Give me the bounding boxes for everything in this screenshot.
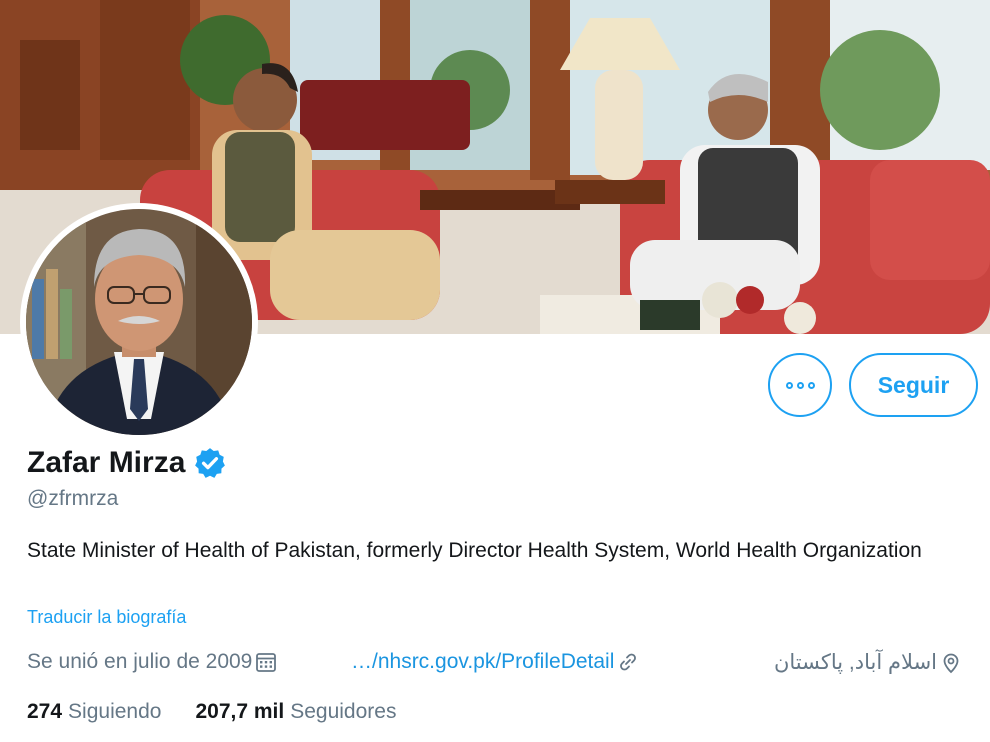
followers-count: 207,7 mil (195, 700, 285, 723)
profile-stats: 274 Siguiendo 207,7 mil Seguidores (27, 700, 430, 724)
following-label: Siguiendo (68, 700, 162, 723)
website-link-text[interactable]: …/nhsrc.gov.pk/ProfileDetail (351, 650, 614, 674)
avatar-image (26, 209, 252, 435)
profile-handle: @zfrmrza (27, 487, 119, 510)
join-date-text: Se unió en julio de 2009 (27, 650, 253, 673)
profile-meta-row: Se unió en julio de 2009 …/nhsrc.gov.pk/… (27, 650, 977, 682)
location: اسلام آباد, پاکستان (774, 650, 963, 675)
profile-name: Zafar Mirza (27, 446, 186, 479)
follow-button[interactable]: Seguir (849, 353, 978, 417)
link-icon (620, 653, 637, 671)
following-stat[interactable]: 274 Siguiendo (27, 700, 161, 724)
location-text: اسلام آباد, پاکستان (773, 651, 937, 674)
location-pin-icon (943, 653, 959, 673)
join-date: Se unió en julio de 2009 (27, 650, 278, 674)
following-count: 274 (27, 700, 63, 723)
website-link[interactable]: …/nhsrc.gov.pk/ProfileDetail (351, 650, 640, 674)
more-options-button[interactable] (768, 353, 832, 417)
profile-name-row: Zafar Mirza (27, 446, 227, 480)
profile-bio: State Minister of Health of Pakistan, fo… (27, 539, 922, 562)
translate-bio-link[interactable]: Traducir la biografía (27, 607, 186, 628)
verified-badge-icon[interactable] (193, 446, 227, 480)
followers-label: Seguidores (290, 700, 397, 723)
followers-stat[interactable]: 207,7 mil Seguidores (195, 700, 396, 724)
more-options-icon (785, 381, 815, 389)
profile-avatar[interactable] (20, 203, 258, 441)
calendar-icon (256, 653, 277, 672)
